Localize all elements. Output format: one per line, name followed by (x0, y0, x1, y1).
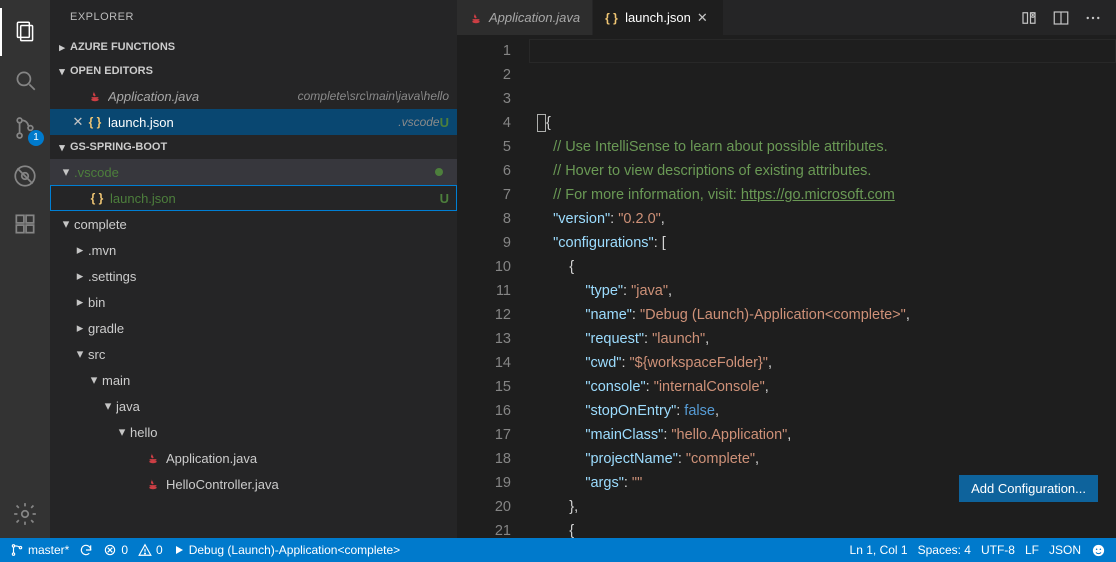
open-editor-label: launch.json (108, 115, 392, 130)
chevron-down-icon: ▾ (54, 65, 70, 78)
open-editor-item[interactable]: ✕{ } launch.json .vscodeU (50, 109, 457, 135)
git-status-tag: U (440, 191, 449, 206)
activity-bar: 1 (0, 0, 50, 538)
line-number-gutter: 123456789101112131415161718192021 (457, 35, 529, 538)
tab-label: launch.json (625, 10, 691, 25)
java-file-icon (144, 477, 162, 491)
file-item[interactable]: Application.java (50, 445, 457, 471)
modified-dot-icon (435, 168, 443, 176)
editor-body[interactable]: 123456789101112131415161718192021 { // U… (457, 35, 1116, 538)
status-bar: master* 0 0 Debug (Launch)-Application<c… (0, 538, 1116, 562)
settings-gear-icon[interactable] (0, 490, 50, 538)
chevron-right-icon: ▸ (72, 268, 88, 284)
status-branch[interactable]: master* (10, 543, 69, 557)
open-editor-path: .vscode (398, 115, 439, 129)
java-file-icon (469, 11, 483, 25)
section-open-editors[interactable]: ▾ OPEN EDITORS (50, 59, 457, 83)
java-file-icon (144, 451, 162, 465)
chevron-down-icon: ▾ (72, 346, 88, 362)
open-editor-item[interactable]: Application.java complete\src\main\java\h… (50, 83, 457, 109)
tree-item-label: gradle (88, 321, 449, 336)
tree-item-label: hello (130, 425, 449, 440)
chevron-right-icon: ▸ (72, 320, 88, 336)
json-file-icon: { } (605, 11, 619, 25)
section-workspace[interactable]: ▾ GS-SPRING-BOOT (50, 135, 457, 159)
folder-item[interactable]: ▸gradle (50, 315, 457, 341)
tree-item-label: java (116, 399, 449, 414)
sidebar-title: EXPLORER (50, 0, 457, 35)
status-errors[interactable]: 0 (103, 543, 128, 557)
search-icon[interactable] (0, 56, 50, 104)
compare-changes-icon[interactable] (1020, 9, 1038, 27)
status-sync[interactable] (79, 543, 93, 557)
tab-label: Application.java (489, 10, 580, 25)
tree-item-label: launch.json (110, 191, 440, 206)
tree-item-label: .vscode (74, 165, 435, 180)
folder-item[interactable]: ▸bin (50, 289, 457, 315)
folder-item[interactable]: ▸.mvn (50, 237, 457, 263)
tree-item-label: main (102, 373, 449, 388)
folder-item[interactable]: ▾src (50, 341, 457, 367)
git-status-tag: U (440, 115, 449, 130)
editor-tab[interactable]: { } launch.json ✕ (593, 0, 724, 35)
split-editor-icon[interactable] (1052, 9, 1070, 27)
tree-item-label: Application.java (166, 451, 449, 466)
file-item[interactable]: HelloController.java (50, 471, 457, 497)
status-encoding[interactable]: UTF-8 (981, 543, 1015, 557)
status-indentation[interactable]: Spaces: 4 (918, 543, 971, 557)
chevron-down-icon: ▾ (100, 398, 116, 414)
folder-item[interactable]: ▾hello (50, 419, 457, 445)
extensions-icon[interactable] (0, 200, 50, 248)
tree-item-label: src (88, 347, 449, 362)
status-debug-target[interactable]: Debug (Launch)-Application<complete> (173, 543, 400, 557)
status-line-col[interactable]: Ln 1, Col 1 (850, 543, 908, 557)
chevron-right-icon: ▸ (54, 41, 70, 54)
status-eol[interactable]: LF (1025, 543, 1039, 557)
scm-badge: 1 (28, 130, 44, 146)
java-file-icon (86, 89, 104, 103)
source-control-icon[interactable]: 1 (0, 104, 50, 152)
folder-item[interactable]: ▾java (50, 393, 457, 419)
chevron-right-icon: ▸ (72, 242, 88, 258)
folder-item[interactable]: ▾.vscode (50, 159, 457, 185)
add-configuration-button[interactable]: Add Configuration... (959, 475, 1098, 502)
explorer-sidebar: EXPLORER ▸ AZURE FUNCTIONS ▾ OPEN EDITOR… (50, 0, 457, 538)
tab-bar: Application.java { } launch.json ✕ (457, 0, 1116, 35)
file-tree: ▾.vscode{ }launch.jsonU▾complete▸.mvn▸.s… (50, 159, 457, 497)
open-editor-label: Application.java (108, 89, 292, 104)
close-icon[interactable]: ✕ (70, 114, 86, 130)
tab-actions (1020, 0, 1116, 35)
file-item[interactable]: { } launch.jsonU (50, 185, 457, 211)
chevron-down-icon: ▾ (58, 216, 74, 232)
folder-item[interactable]: ▸.settings (50, 263, 457, 289)
section-azure-functions[interactable]: ▸ AZURE FUNCTIONS (50, 35, 457, 59)
tree-item-label: complete (74, 217, 449, 232)
json-file-icon: { } (86, 115, 104, 129)
chevron-down-icon: ▾ (86, 372, 102, 388)
chevron-down-icon: ▾ (58, 164, 74, 180)
chevron-down-icon: ▾ (114, 424, 130, 440)
status-feedback-icon[interactable] (1091, 543, 1106, 558)
debug-icon[interactable] (0, 152, 50, 200)
tree-item-label: .mvn (88, 243, 449, 258)
close-tab-icon[interactable]: ✕ (697, 10, 711, 26)
tree-item-label: .settings (88, 269, 449, 284)
editor-area: Application.java { } launch.json ✕ 12345678… (457, 0, 1116, 538)
explorer-icon[interactable] (0, 8, 50, 56)
current-line-highlight (529, 39, 1116, 63)
open-editor-path: complete\src\main\java\hello (298, 89, 449, 103)
editor-tab[interactable]: Application.java (457, 0, 593, 35)
open-editors-list: Application.java complete\src\main\java\h… (50, 83, 457, 135)
code-content[interactable]: { // Use IntelliSense to learn about pos… (529, 35, 1116, 538)
tree-item-label: HelloController.java (166, 477, 449, 492)
more-actions-icon[interactable] (1084, 9, 1102, 27)
folder-item[interactable]: ▾main (50, 367, 457, 393)
folder-item[interactable]: ▾complete (50, 211, 457, 237)
chevron-right-icon: ▸ (72, 294, 88, 310)
tree-item-label: bin (88, 295, 449, 310)
json-file-icon: { } (88, 191, 106, 205)
status-language-mode[interactable]: JSON (1049, 543, 1081, 557)
status-warnings[interactable]: 0 (138, 543, 163, 557)
chevron-down-icon: ▾ (54, 141, 70, 154)
